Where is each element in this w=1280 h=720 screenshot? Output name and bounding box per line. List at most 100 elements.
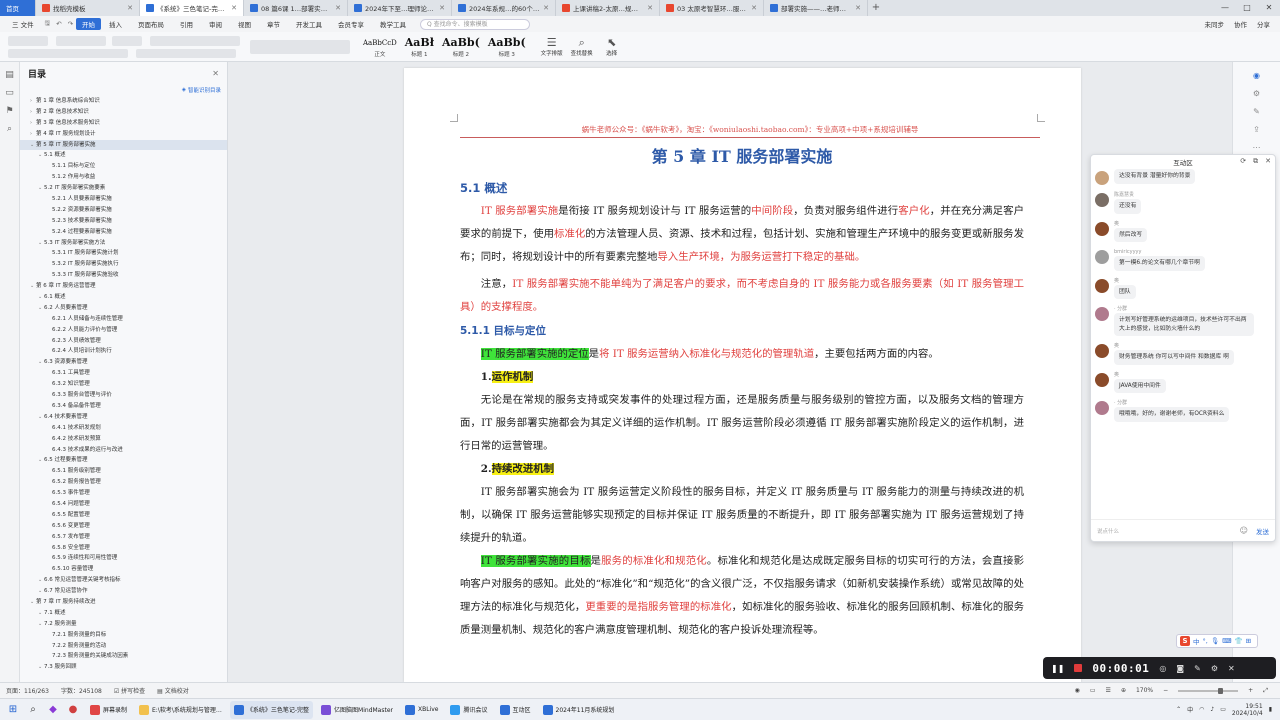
document-tab[interactable]: 2024年系规…的60个选择素材✕ bbox=[452, 0, 556, 16]
toc-item[interactable]: 6.2.2 人员能力评价与管理 bbox=[20, 325, 227, 336]
avatar[interactable] bbox=[1095, 278, 1109, 293]
style-preset[interactable]: AaBbCcD 正文 bbox=[360, 34, 400, 60]
menu-item[interactable]: 开发工具 bbox=[288, 19, 330, 29]
page-view-icon[interactable]: ▭ bbox=[1090, 687, 1096, 694]
message-list[interactable]: 达没有背景 潜量好你的背景 陈嘉慧贵 还没有奥然后改写 bmiricyyyy 第一模6.… bbox=[1095, 169, 1271, 519]
avatar[interactable] bbox=[1095, 307, 1109, 321]
word-count[interactable]: 字数：245108 bbox=[61, 686, 102, 695]
bookmark-icon[interactable]: ⚑ bbox=[0, 106, 19, 116]
clock[interactable]: 19:51 2024/10/4 bbox=[1232, 703, 1263, 717]
avatar[interactable] bbox=[1095, 221, 1109, 236]
toc-item[interactable]: ⌄ 6.3 资源要素管理 bbox=[20, 357, 227, 368]
settings-icon[interactable]: ⚙ bbox=[1233, 89, 1280, 98]
refresh-icon[interactable]: ⟳ bbox=[1240, 157, 1246, 166]
stop-icon[interactable] bbox=[1074, 664, 1083, 672]
zoom-slider[interactable] bbox=[1178, 687, 1239, 694]
spell-check-toggle[interactable]: ☑ 拼写检查 bbox=[114, 686, 145, 695]
record-mode-icon[interactable]: ◎ bbox=[1159, 664, 1166, 673]
taskbar-app[interactable]: E:\软考\系统规划与管理… bbox=[135, 701, 226, 719]
notification-icon[interactable]: ▮ bbox=[1269, 706, 1272, 713]
save-icon[interactable]: 🖫 bbox=[42, 19, 54, 30]
mic-icon[interactable]: 🎙 bbox=[1211, 637, 1219, 645]
share-icon[interactable]: ⇪ bbox=[1233, 125, 1280, 134]
location-icon[interactable]: ◉ bbox=[1233, 71, 1280, 80]
avatar[interactable] bbox=[1095, 344, 1109, 358]
taskbar-app[interactable]: 亿图脑图MindMaster bbox=[317, 701, 397, 719]
toc-item[interactable]: 6.5.5 配置管理 bbox=[20, 510, 227, 521]
toc-icon[interactable]: ▤ bbox=[0, 70, 19, 80]
toc-item[interactable]: 7.2.2 服务测量的活动 bbox=[20, 641, 227, 652]
punctuation-icon[interactable]: °, bbox=[1203, 637, 1208, 645]
keyboard-icon[interactable]: ⌨ bbox=[1222, 637, 1231, 645]
more-icon[interactable]: ⋯ bbox=[1233, 143, 1280, 152]
close-icon[interactable]: ✕ bbox=[1265, 157, 1271, 166]
menu-action[interactable]: 未同步 bbox=[1205, 19, 1225, 29]
taskbar-app[interactable]: 2024年11月系统规划 bbox=[539, 701, 619, 719]
text-format-tools[interactable] bbox=[8, 48, 128, 58]
eye-icon[interactable]: ◉ bbox=[1075, 687, 1080, 694]
web-view-icon[interactable]: ☰ bbox=[1106, 687, 1111, 694]
taskbar-app[interactable]: 《系统》三色笔记-完整 bbox=[229, 700, 314, 719]
menu-item[interactable]: 引用 bbox=[172, 19, 201, 29]
close-icon[interactable]: ✕ bbox=[212, 69, 219, 78]
toc-item[interactable]: 6.5.10 容量管理 bbox=[20, 564, 227, 575]
toc-item[interactable]: ⌄ 7.2 服务测量 bbox=[20, 619, 227, 630]
menu-item[interactable]: 章节 bbox=[259, 19, 288, 29]
close-icon[interactable]: ✕ bbox=[1258, 0, 1280, 16]
taskbar-app[interactable]: 互动区 bbox=[496, 701, 535, 719]
settings-icon[interactable]: ⚙ bbox=[1211, 664, 1218, 673]
battery-icon[interactable]: ▭ bbox=[1220, 706, 1226, 713]
search-icon[interactable]: ⌕ bbox=[0, 124, 19, 134]
emoji-icon[interactable]: ☺ bbox=[1240, 526, 1248, 535]
toc-item[interactable]: 6.3.4 备品备件管理 bbox=[20, 401, 227, 412]
close-tab-icon[interactable]: ✕ bbox=[127, 4, 133, 12]
paste-tool-blurred[interactable] bbox=[8, 35, 48, 46]
chevron-up-icon[interactable]: ⌃ bbox=[1176, 706, 1181, 713]
toc-item[interactable]: 6.5.6 变更管理 bbox=[20, 521, 227, 532]
avatar[interactable] bbox=[1095, 193, 1109, 207]
menu-item[interactable]: 视图 bbox=[230, 19, 259, 29]
toc-item[interactable]: 5.3.1 IT 服务部署实施计划 bbox=[20, 248, 227, 259]
zoom-out-icon[interactable]: − bbox=[1163, 687, 1168, 694]
volume-icon[interactable]: ♪ bbox=[1210, 706, 1214, 713]
toc-item[interactable]: 6.5.3 事件管理 bbox=[20, 488, 227, 499]
toc-item[interactable]: ⌄ 7.1 概述 bbox=[20, 608, 227, 619]
font-family-select[interactable] bbox=[56, 35, 106, 46]
style-preset[interactable]: AaBł 标题 1 bbox=[402, 34, 437, 60]
menu-item[interactable]: 审阅 bbox=[201, 19, 230, 29]
toc-item[interactable]: › 第 1 章 信息系统综合知识 bbox=[20, 96, 227, 107]
style-preset[interactable]: AaBb(标题 2 bbox=[439, 34, 483, 60]
toc-item[interactable]: ⌄ 6.5 过程要素管理 bbox=[20, 455, 227, 466]
avatar[interactable] bbox=[1095, 171, 1109, 185]
start-icon[interactable]: ⊞ bbox=[6, 704, 20, 715]
menu-item[interactable]: 页面布局 bbox=[130, 19, 172, 29]
ime-mode[interactable]: 中 bbox=[1193, 636, 1200, 646]
alignment-tools[interactable] bbox=[136, 48, 236, 58]
redo-icon[interactable]: ↷ bbox=[65, 20, 76, 28]
style-preset[interactable]: AaBb(标题 3 bbox=[485, 34, 529, 60]
toc-item[interactable]: ⌄ 第 7 章 IT 服务持续改进 bbox=[20, 597, 227, 608]
ribbon-tool-button[interactable]: ⬉ 选择 bbox=[597, 36, 627, 57]
lang-indicator[interactable]: 中 bbox=[1187, 705, 1193, 714]
menu-item[interactable]: 教学工具 bbox=[372, 19, 414, 29]
menu-action[interactable]: 分享 bbox=[1257, 19, 1270, 29]
close-tab-icon[interactable]: ✕ bbox=[335, 4, 341, 12]
pause-icon[interactable]: ❚❚ bbox=[1051, 664, 1064, 673]
font-size-select[interactable] bbox=[112, 35, 142, 46]
toc-item[interactable]: 5.3.2 IT 服务部署实施执行 bbox=[20, 259, 227, 270]
document-tab[interactable]: 上课讲稿2-太原…规划文件.pdf✕ bbox=[556, 0, 660, 16]
close-icon[interactable]: ✕ bbox=[1228, 664, 1235, 673]
taskbar-app[interactable]: XBLive bbox=[401, 701, 442, 719]
toc-item[interactable]: 6.5.2 服务报告管理 bbox=[20, 477, 227, 488]
toc-item[interactable]: 5.1.1 目标与定位 bbox=[20, 161, 227, 172]
document-tab[interactable]: 08 篇6课 1…部署实施与实运✕ bbox=[244, 0, 348, 16]
pages-icon[interactable]: ▭ bbox=[0, 88, 19, 98]
pen-icon[interactable]: ✎ bbox=[1194, 664, 1201, 673]
avatar[interactable] bbox=[1095, 372, 1109, 387]
smart-toc-button[interactable]: ◈ 智能识别目录 bbox=[20, 84, 227, 96]
close-tab-icon[interactable]: ✕ bbox=[647, 4, 653, 12]
toc-item[interactable]: ⌄ 5.2 IT 服务部署实施要素 bbox=[20, 183, 227, 194]
file-menu[interactable]: 三 文件 bbox=[4, 19, 42, 29]
undo-icon[interactable]: ↶ bbox=[53, 20, 64, 28]
toc-item[interactable]: 6.4.2 技术研发预算 bbox=[20, 434, 227, 445]
